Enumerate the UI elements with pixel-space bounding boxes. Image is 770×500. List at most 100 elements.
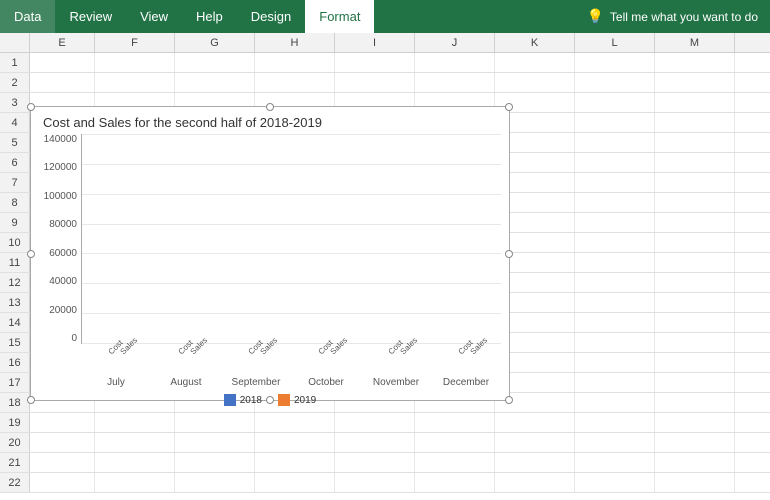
cell[interactable] (30, 73, 95, 92)
cell[interactable] (95, 73, 175, 92)
cell[interactable] (415, 53, 495, 72)
cell[interactable] (655, 113, 735, 132)
cell[interactable] (95, 433, 175, 452)
cell[interactable] (735, 433, 770, 452)
cell[interactable] (655, 173, 735, 192)
col-header-n[interactable]: N (735, 33, 770, 52)
cell[interactable] (655, 253, 735, 272)
cell[interactable] (735, 213, 770, 232)
cell[interactable] (30, 413, 95, 432)
cell[interactable] (575, 433, 655, 452)
cell[interactable] (575, 193, 655, 212)
cell[interactable] (175, 433, 255, 452)
cell[interactable] (575, 313, 655, 332)
cell[interactable] (655, 393, 735, 412)
cell[interactable] (735, 153, 770, 172)
cell[interactable] (575, 93, 655, 112)
cell[interactable] (175, 413, 255, 432)
menu-format[interactable]: Format (305, 0, 374, 33)
cell[interactable] (495, 53, 575, 72)
handle-bot-right[interactable] (505, 396, 513, 404)
cell[interactable] (575, 253, 655, 272)
cell[interactable] (655, 153, 735, 172)
cell[interactable] (735, 473, 770, 492)
cell[interactable] (495, 413, 575, 432)
cell[interactable] (735, 413, 770, 432)
cell[interactable] (655, 353, 735, 372)
cell[interactable] (735, 173, 770, 192)
cell[interactable] (415, 73, 495, 92)
cell[interactable] (735, 313, 770, 332)
cell[interactable] (255, 433, 335, 452)
cell[interactable] (335, 73, 415, 92)
cell[interactable] (655, 293, 735, 312)
chart-container[interactable]: Cost and Sales for the second half of 20… (30, 106, 510, 401)
table-row[interactable]: 20 (0, 433, 770, 453)
cell[interactable] (735, 453, 770, 472)
cell[interactable] (735, 93, 770, 112)
cell[interactable] (735, 113, 770, 132)
cell[interactable] (735, 73, 770, 92)
menu-design[interactable]: Design (237, 0, 305, 33)
menu-data[interactable]: Data (0, 0, 55, 33)
cell[interactable] (655, 93, 735, 112)
cell[interactable] (335, 473, 415, 492)
tell-me-bar[interactable]: 💡 Tell me what you want to do (574, 0, 770, 33)
col-header-j[interactable]: J (415, 33, 495, 52)
cell[interactable] (255, 53, 335, 72)
cell[interactable] (655, 453, 735, 472)
cell[interactable] (575, 393, 655, 412)
cell[interactable] (415, 413, 495, 432)
col-header-i[interactable]: I (335, 33, 415, 52)
cell[interactable] (655, 313, 735, 332)
cell[interactable] (655, 213, 735, 232)
cell[interactable] (575, 233, 655, 252)
cell[interactable] (575, 213, 655, 232)
col-header-l[interactable]: L (575, 33, 655, 52)
cell[interactable] (175, 473, 255, 492)
cell[interactable] (655, 273, 735, 292)
handle-top-right[interactable] (505, 103, 513, 111)
cell[interactable] (255, 473, 335, 492)
cell[interactable] (335, 53, 415, 72)
cell[interactable] (95, 453, 175, 472)
cell[interactable] (575, 153, 655, 172)
cell[interactable] (655, 413, 735, 432)
cell[interactable] (335, 413, 415, 432)
cell[interactable] (575, 353, 655, 372)
cell[interactable] (415, 473, 495, 492)
col-header-f[interactable]: F (95, 33, 175, 52)
cell[interactable] (575, 53, 655, 72)
cell[interactable] (175, 53, 255, 72)
menu-view[interactable]: View (126, 0, 182, 33)
cell[interactable] (30, 473, 95, 492)
cell[interactable] (655, 233, 735, 252)
cell[interactable] (175, 453, 255, 472)
cell[interactable] (655, 333, 735, 352)
handle-mid-right[interactable] (505, 250, 513, 258)
cell[interactable] (335, 453, 415, 472)
handle-top-center[interactable] (266, 103, 274, 111)
col-header-m[interactable]: M (655, 33, 735, 52)
cell[interactable] (255, 413, 335, 432)
table-row[interactable]: 21 (0, 453, 770, 473)
table-row[interactable]: 2 (0, 73, 770, 93)
col-header-k[interactable]: K (495, 33, 575, 52)
cell[interactable] (575, 373, 655, 392)
cell[interactable] (575, 133, 655, 152)
table-row[interactable]: 22 (0, 473, 770, 493)
cell[interactable] (735, 233, 770, 252)
cell[interactable] (735, 373, 770, 392)
cell[interactable] (255, 73, 335, 92)
cell[interactable] (575, 113, 655, 132)
cell[interactable] (175, 73, 255, 92)
table-row[interactable]: 1 (0, 53, 770, 73)
cell[interactable] (655, 53, 735, 72)
cell[interactable] (655, 373, 735, 392)
cell[interactable] (95, 413, 175, 432)
cell[interactable] (575, 173, 655, 192)
table-row[interactable]: 19 (0, 413, 770, 433)
cell[interactable] (735, 53, 770, 72)
cell[interactable] (495, 473, 575, 492)
cell[interactable] (735, 253, 770, 272)
